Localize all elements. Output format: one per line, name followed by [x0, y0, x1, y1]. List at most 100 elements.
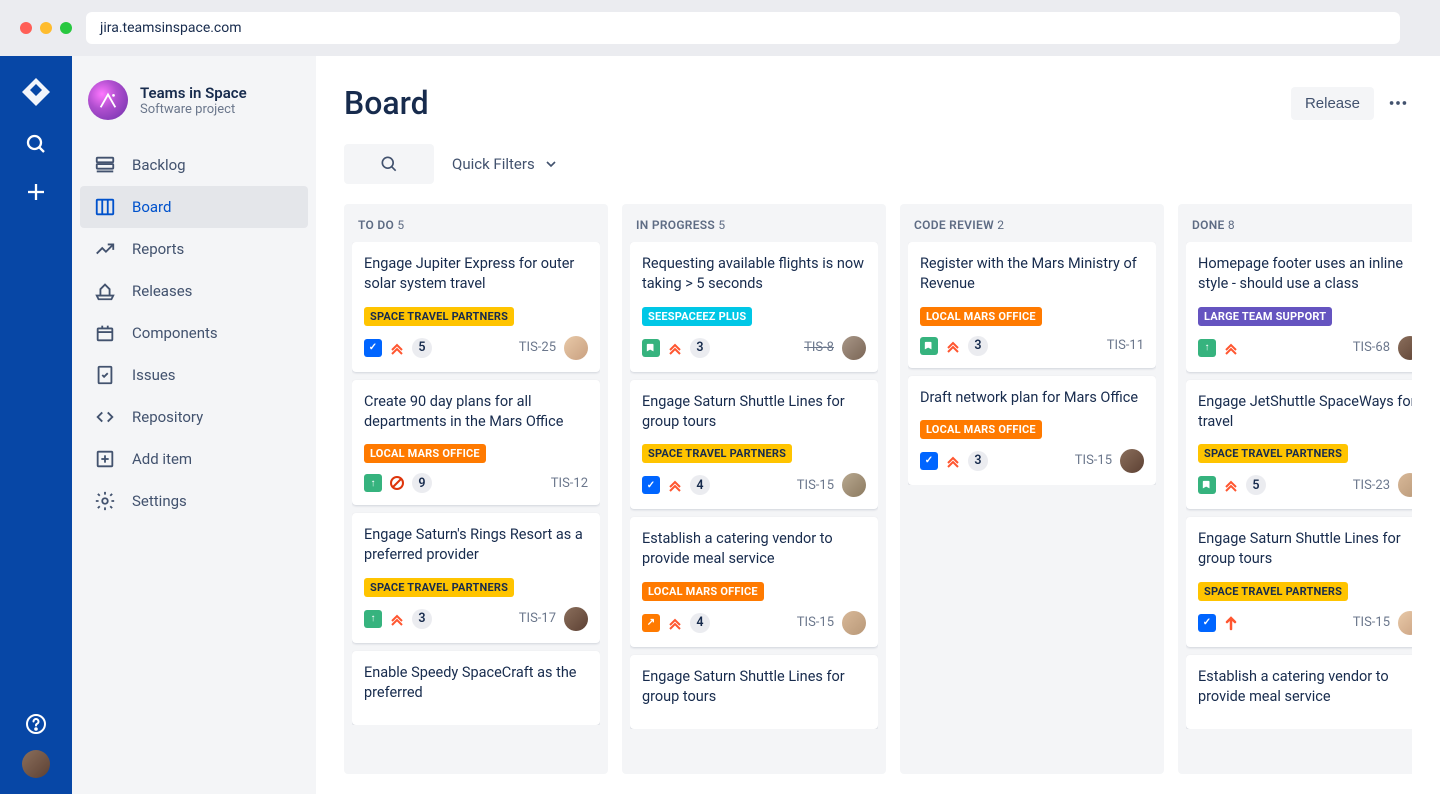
gear-icon	[94, 490, 116, 512]
issue-card[interactable]: Establish a catering vendor to provide m…	[1186, 655, 1412, 730]
sidebar-item-add[interactable]: Add item	[80, 438, 308, 480]
assignee-avatar[interactable]	[1398, 473, 1412, 497]
issue-key: TIS-17	[519, 611, 556, 626]
column-done: DONE 8 Homepage footer uses an inline st…	[1178, 204, 1412, 774]
assignee-avatar[interactable]	[842, 611, 866, 635]
issue-card[interactable]: Register with the Mars Ministry of Reven…	[908, 242, 1156, 368]
more-menu-icon[interactable]	[1384, 89, 1412, 117]
card-label: SPACE TRAVEL PARTNERS	[364, 307, 514, 326]
assignee-avatar[interactable]	[842, 336, 866, 360]
card-label: SPACE TRAVEL PARTNERS	[364, 578, 514, 597]
task-type-icon: ✓	[642, 476, 660, 494]
sidebar-item-backlog[interactable]: Backlog	[80, 144, 308, 186]
card-title: Engage Saturn Shuttle Lines for group to…	[1198, 529, 1412, 570]
sidebar-item-issues[interactable]: Issues	[80, 354, 308, 396]
window-minimize-icon[interactable]	[40, 22, 52, 34]
reports-icon	[94, 238, 116, 260]
sidebar-item-label: Add item	[132, 450, 192, 468]
assignee-avatar[interactable]	[564, 607, 588, 631]
issue-card[interactable]: Establish a catering vendor to provide m…	[630, 517, 878, 647]
url-bar[interactable]: jira.teamsinspace.com	[86, 12, 1400, 44]
story-points-badge: 3	[412, 609, 432, 629]
issue-card[interactable]: Engage Saturn's Rings Resort as a prefer…	[352, 513, 600, 643]
column-inprogress: IN PROGRESS 5 Requesting available fligh…	[622, 204, 886, 774]
card-title: Establish a catering vendor to provide m…	[1198, 667, 1412, 708]
sidebar-item-reports[interactable]: Reports	[80, 228, 308, 270]
story-points-badge: 9	[412, 473, 432, 493]
card-title: Draft network plan for Mars Office	[920, 388, 1144, 408]
sidebar-item-components[interactable]: Components	[80, 312, 308, 354]
main-content: Board Release Quick Filters TO DO 5	[316, 56, 1440, 794]
releases-icon	[94, 280, 116, 302]
priority-highest-icon	[667, 477, 683, 493]
card-label: SPACE TRAVEL PARTNERS	[1198, 582, 1348, 601]
card-title: Establish a catering vendor to provide m…	[642, 529, 866, 570]
issue-card[interactable]: Engage Saturn Shuttle Lines for group to…	[630, 380, 878, 510]
search-icon[interactable]	[24, 132, 48, 156]
sidebar-item-board[interactable]: Board	[80, 186, 308, 228]
card-label: LOCAL MARS OFFICE	[642, 582, 764, 601]
issue-card[interactable]: Create 90 day plans for all departments …	[352, 380, 600, 506]
issue-key: TIS-15	[797, 478, 834, 493]
card-label: SPACE TRAVEL PARTNERS	[1198, 444, 1348, 463]
column-header: DONE 8	[1186, 214, 1412, 242]
subtask-type-icon: ↗	[642, 614, 660, 632]
sidebar-item-label: Releases	[132, 282, 192, 300]
card-label: LOCAL MARS OFFICE	[920, 420, 1042, 439]
priority-high-icon	[1223, 615, 1239, 631]
quick-filters-label: Quick Filters	[452, 155, 535, 173]
board-search-input[interactable]	[344, 144, 434, 184]
create-icon[interactable]	[24, 180, 48, 204]
story-points-badge: 3	[968, 451, 988, 471]
window-close-icon[interactable]	[20, 22, 32, 34]
issue-card[interactable]: Engage Saturn Shuttle Lines for group to…	[630, 655, 878, 730]
task-type-icon: ✓	[1198, 614, 1216, 632]
assignee-avatar[interactable]	[1398, 611, 1412, 635]
issue-card[interactable]: Enable Speedy SpaceCraft as the preferre…	[352, 651, 600, 726]
issue-card[interactable]: Engage Jupiter Express for outer solar s…	[352, 242, 600, 372]
release-button[interactable]: Release	[1291, 87, 1374, 120]
sidebar-item-label: Settings	[132, 492, 187, 510]
traffic-lights	[20, 22, 72, 34]
board-icon	[94, 196, 116, 218]
assignee-avatar[interactable]	[842, 473, 866, 497]
issue-card[interactable]: Requesting available flights is now taki…	[630, 242, 878, 372]
story-type-icon: ↑	[364, 610, 382, 628]
sidebar-item-label: Board	[132, 198, 171, 216]
issue-card[interactable]: Draft network plan for Mars Office LOCAL…	[908, 376, 1156, 485]
issue-key: TIS-15	[1353, 615, 1390, 630]
story-points-badge: 4	[690, 475, 710, 495]
priority-highest-icon	[667, 615, 683, 631]
assignee-avatar[interactable]	[564, 336, 588, 360]
project-header[interactable]: Teams in Space Software project	[80, 80, 308, 136]
components-icon	[94, 322, 116, 344]
card-title: Engage Jupiter Express for outer solar s…	[364, 254, 588, 295]
sidebar-item-repository[interactable]: Repository	[80, 396, 308, 438]
issue-key: TIS-15	[1075, 453, 1112, 468]
story-points-badge: 3	[968, 336, 988, 356]
window-maximize-icon[interactable]	[60, 22, 72, 34]
help-icon[interactable]	[24, 712, 48, 736]
sidebar-item-settings[interactable]: Settings	[80, 480, 308, 522]
priority-highest-icon	[1223, 477, 1239, 493]
sidebar-item-label: Issues	[132, 366, 176, 384]
sidebar-item-releases[interactable]: Releases	[80, 270, 308, 312]
card-title: Create 90 day plans for all departments …	[364, 392, 588, 433]
issue-card[interactable]: Engage Saturn Shuttle Lines for group to…	[1186, 517, 1412, 647]
project-subtitle: Software project	[140, 102, 247, 117]
issue-key: TIS-23	[1353, 478, 1390, 493]
add-item-icon	[94, 448, 116, 470]
card-title: Homepage footer uses an inline style - s…	[1198, 254, 1412, 295]
assignee-avatar[interactable]	[1120, 449, 1144, 473]
task-type-icon: ✓	[364, 339, 382, 357]
card-label: LARGE TEAM SUPPORT	[1198, 307, 1332, 326]
quick-filters-dropdown[interactable]: Quick Filters	[452, 155, 559, 173]
page-title: Board	[344, 84, 429, 122]
assignee-avatar[interactable]	[1398, 336, 1412, 360]
story-type-icon	[920, 337, 938, 355]
issue-card[interactable]: Engage JetShuttle SpaceWays for travel S…	[1186, 380, 1412, 510]
profile-avatar[interactable]	[22, 750, 50, 778]
story-type-icon: ↑	[364, 474, 382, 492]
jira-logo-icon[interactable]	[20, 76, 52, 108]
issue-card[interactable]: Homepage footer uses an inline style - s…	[1186, 242, 1412, 372]
